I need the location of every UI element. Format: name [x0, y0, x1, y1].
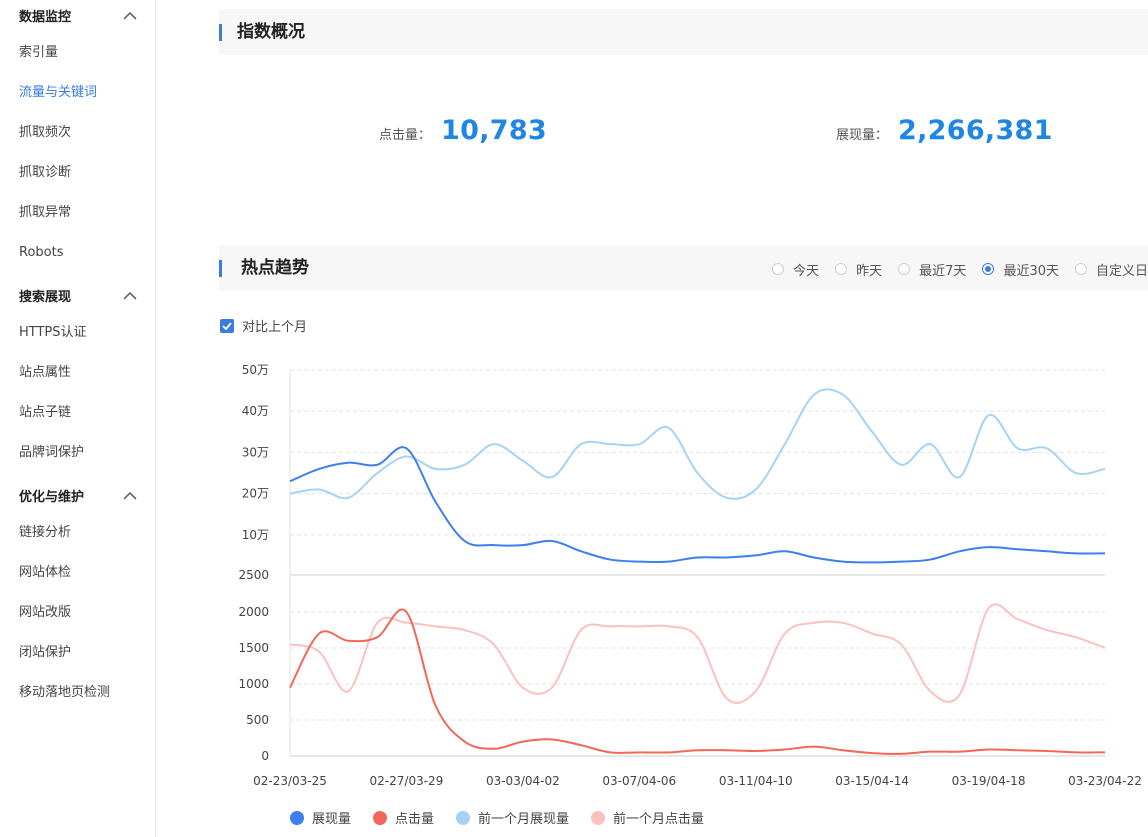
series-clicks-line [289, 608, 1106, 755]
x-tick-label: 03-11/04-10 [719, 774, 793, 788]
legend-label: 点击量 [395, 812, 435, 827]
trend-chart: 50万 40万 30万 20万 10万 2500 2000 1500 1000 500 0 02-23… [238, 363, 1142, 788]
y-tick-label: 20万 [242, 487, 269, 501]
y-tick-label: 50万 [242, 363, 269, 377]
x-tick-label: 03-07/04-06 [602, 774, 676, 788]
legend-prev-clicks[interactable]: 前一个月点击量 [591, 808, 704, 827]
y-tick-label: 1000 [238, 677, 269, 691]
series-prev-clicks-line [289, 603, 1106, 704]
legend-swatch [373, 810, 388, 825]
legend-impressions[interactable]: 展现量 [290, 808, 351, 827]
y-tick-label: 2000 [238, 605, 269, 619]
x-tick-label: 02-23/03-25 [253, 774, 327, 788]
series-impressions-line [289, 446, 1106, 564]
y-tick-label: 0 [261, 749, 269, 763]
legend-label: 展现量 [312, 812, 352, 827]
chart-legend: 展现量 点击量 前一个月展现量 前一个月点击量 [290, 808, 726, 827]
legend-label: 前一个月点击量 [613, 812, 705, 827]
legend-swatch [290, 810, 304, 825]
x-tick-label: 02-27/03-29 [370, 774, 444, 788]
y-tick-label: 40万 [242, 404, 269, 418]
x-tick-label: 03-23/04-22 [1068, 774, 1142, 788]
legend-swatch [591, 810, 606, 825]
x-tick-label: 03-03/04-02 [486, 774, 560, 788]
y-tick-label: 30万 [242, 445, 269, 459]
y-tick-label: 2500 [238, 568, 269, 582]
y-tick-label: 1500 [238, 641, 269, 655]
legend-swatch [456, 810, 471, 825]
x-tick-label: 03-19/04-18 [952, 774, 1026, 788]
legend-label: 前一个月展现量 [478, 812, 570, 827]
y-tick-label: 10万 [242, 528, 269, 542]
legend-prev-impressions[interactable]: 前一个月展现量 [456, 808, 569, 827]
y-tick-label: 500 [246, 713, 269, 727]
x-tick-label: 03-15/04-14 [835, 774, 909, 788]
legend-clicks[interactable]: 点击量 [373, 808, 434, 827]
series-prev-impressions-line [289, 388, 1106, 500]
